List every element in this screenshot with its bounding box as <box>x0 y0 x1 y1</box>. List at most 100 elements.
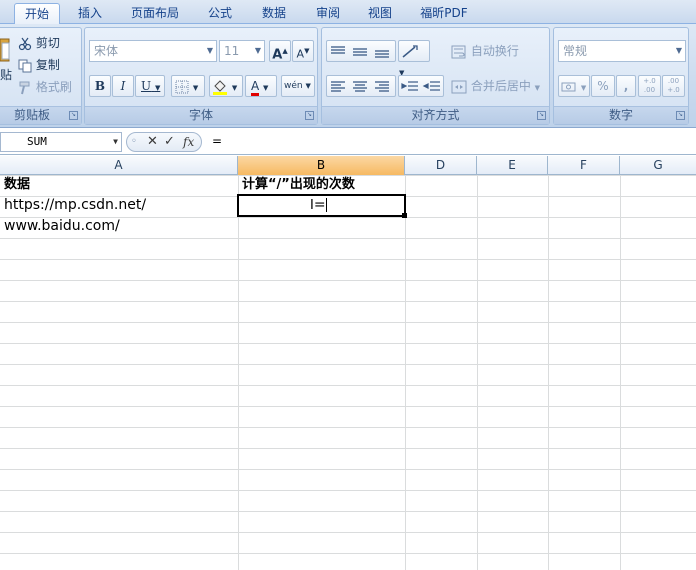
cell-b2-value: = <box>313 197 326 213</box>
ribbon: 贴 剪切 复制 格式刷 剪贴板 ↘ 宋体 ▼ 11 ▼ A▲ A▼ B I U … <box>0 24 696 128</box>
copy-button[interactable]: 复制 <box>17 54 77 76</box>
currency-icon <box>561 82 576 91</box>
gridline <box>405 175 406 570</box>
cut-button[interactable]: 剪切 <box>17 32 77 54</box>
indent-buttons[interactable] <box>398 75 444 97</box>
underline-button[interactable]: U ▼ <box>135 75 165 97</box>
insert-function-button[interactable]: fx <box>183 133 194 151</box>
tab-formulas[interactable]: 公式 <box>198 3 242 24</box>
border-grid-icon <box>175 80 189 93</box>
formula-buttons: ◦ ✕ ✓ fx <box>126 132 202 152</box>
number-dialog-launcher[interactable]: ↘ <box>676 111 685 120</box>
column-header-d[interactable]: D <box>405 156 477 175</box>
font-name-combo[interactable]: 宋体 ▼ <box>89 40 217 62</box>
indent-icon <box>401 80 440 91</box>
tab-data[interactable]: 数据 <box>252 3 296 24</box>
comma-button[interactable]: , <box>616 75 636 97</box>
cut-label: 剪切 <box>35 36 60 50</box>
borders-button[interactable]: ▼ <box>171 75 205 97</box>
name-box[interactable]: SUM ▼ <box>0 132 122 152</box>
clipboard-group: 贴 剪切 复制 格式刷 剪贴板 ↘ <box>0 27 82 125</box>
alignment-group-label: 对齐方式 <box>322 106 549 124</box>
chevron-down-icon: ▼ <box>231 84 238 92</box>
number-group: 常规 ▼ ▼ % , +.0 .00 .00 +.0 数字 ↘ <box>553 27 689 125</box>
italic-button[interactable]: I <box>112 75 134 97</box>
gridline <box>238 175 239 570</box>
bold-button[interactable]: B <box>89 75 111 97</box>
orientation-button[interactable]: ▼ <box>398 40 430 77</box>
chevron-down-icon: ▼ <box>113 137 118 146</box>
align-left-icon <box>331 80 389 92</box>
scissors-icon <box>18 37 32 50</box>
merge-cells-icon <box>451 80 467 93</box>
cell-a1[interactable]: 数据 <box>4 174 30 195</box>
tab-foxit-pdf[interactable]: 福昕PDF <box>412 3 476 24</box>
chevron-down-icon: ▼ <box>192 84 199 92</box>
merge-center-button[interactable]: 合并后居中 ▼ <box>450 75 548 97</box>
text-orientation-icon <box>402 44 418 58</box>
tab-page-layout[interactable]: 页面布局 <box>122 3 188 24</box>
alignment-dialog-launcher[interactable]: ↘ <box>537 111 546 120</box>
enter-formula-button[interactable]: ✓ <box>164 133 175 151</box>
cancel-formula-button[interactable]: ✕ <box>147 133 158 151</box>
chevron-down-icon: ▼ <box>263 84 269 92</box>
wrap-text-button[interactable]: 自动换行 <box>450 40 540 62</box>
column-header-a[interactable]: A <box>0 156 238 175</box>
horizontal-align-buttons[interactable] <box>326 75 396 97</box>
name-box-value: SUM <box>27 135 47 148</box>
column-headers: A B D E F G <box>0 156 696 175</box>
merge-center-label: 合并后居中 <box>470 79 531 93</box>
chevron-down-icon: ▼ <box>305 82 311 90</box>
font-name-value: 宋体 <box>94 44 119 58</box>
fill-handle[interactable] <box>402 213 407 218</box>
column-header-e[interactable]: E <box>477 156 548 175</box>
wrap-text-icon <box>451 45 466 58</box>
font-color-button[interactable]: A ▼ <box>245 75 277 97</box>
chevron-down-icon: ▼ <box>206 46 213 55</box>
cell-b1[interactable]: 计算“/”出现的次数 <box>242 174 355 195</box>
clipboard-dialog-launcher[interactable]: ↘ <box>69 111 78 120</box>
expand-handle-icon: ◦ <box>131 136 137 147</box>
increase-decimal-button[interactable]: +.0 .00 <box>638 75 661 97</box>
phonetic-guide-button[interactable]: wén ▼ <box>281 75 315 97</box>
clipboard-icon <box>0 38 10 62</box>
tab-home[interactable]: 开始 <box>14 3 60 25</box>
percent-button[interactable]: % <box>591 75 615 97</box>
column-header-g[interactable]: G <box>620 156 696 175</box>
font-dialog-launcher[interactable]: ↘ <box>305 111 314 120</box>
chevron-down-icon: ▼ <box>254 46 261 55</box>
paintbrush-icon <box>19 81 30 94</box>
wrap-text-label: 自动换行 <box>470 44 519 58</box>
gridline <box>477 175 478 570</box>
cell-b2-editor[interactable]: I= <box>310 195 327 216</box>
gridline <box>548 175 549 570</box>
alignment-group: ▼ 自动换行 合并后居中 ▼ 对齐方式 ↘ <box>321 27 550 125</box>
column-header-f[interactable]: F <box>548 156 620 175</box>
font-size-combo[interactable]: 11 ▼ <box>219 40 265 62</box>
format-painter-button[interactable]: 格式刷 <box>17 76 79 98</box>
accounting-format-button[interactable]: ▼ <box>558 75 590 97</box>
paste-button[interactable]: 贴 <box>0 32 13 84</box>
chevron-down-icon: ▼ <box>154 84 161 92</box>
vertical-align-buttons[interactable] <box>326 40 396 62</box>
font-group: 宋体 ▼ 11 ▼ A▲ A▼ B I U ▼ ▼ ▼ A ▼ wén ▼ 字体… <box>84 27 318 125</box>
cell-a2[interactable]: https://mp.csdn.net/ <box>4 195 146 216</box>
align-top-icon <box>331 45 389 58</box>
shrink-font-button[interactable]: A▼ <box>292 40 314 62</box>
decrease-decimal-button[interactable]: .00 +.0 <box>662 75 685 97</box>
formula-bar: SUM ▼ ◦ ✕ ✓ fx = <box>0 129 696 155</box>
fill-color-button[interactable]: ▼ <box>209 75 243 97</box>
grow-font-button[interactable]: A▲ <box>269 40 291 62</box>
number-format-combo[interactable]: 常规 ▼ <box>558 40 686 62</box>
column-header-b[interactable]: B <box>238 156 405 175</box>
cell-a3[interactable]: www.baidu.com/ <box>4 216 120 237</box>
text-caret <box>325 198 327 212</box>
tab-review[interactable]: 审阅 <box>306 3 350 24</box>
paint-bucket-icon <box>213 79 227 95</box>
tab-insert[interactable]: 插入 <box>68 3 112 24</box>
formula-input[interactable]: = <box>206 132 696 152</box>
tab-view[interactable]: 视图 <box>358 3 402 24</box>
chevron-down-icon: ▼ <box>534 84 541 92</box>
copy-label: 复制 <box>35 58 60 72</box>
gridline <box>620 175 621 570</box>
